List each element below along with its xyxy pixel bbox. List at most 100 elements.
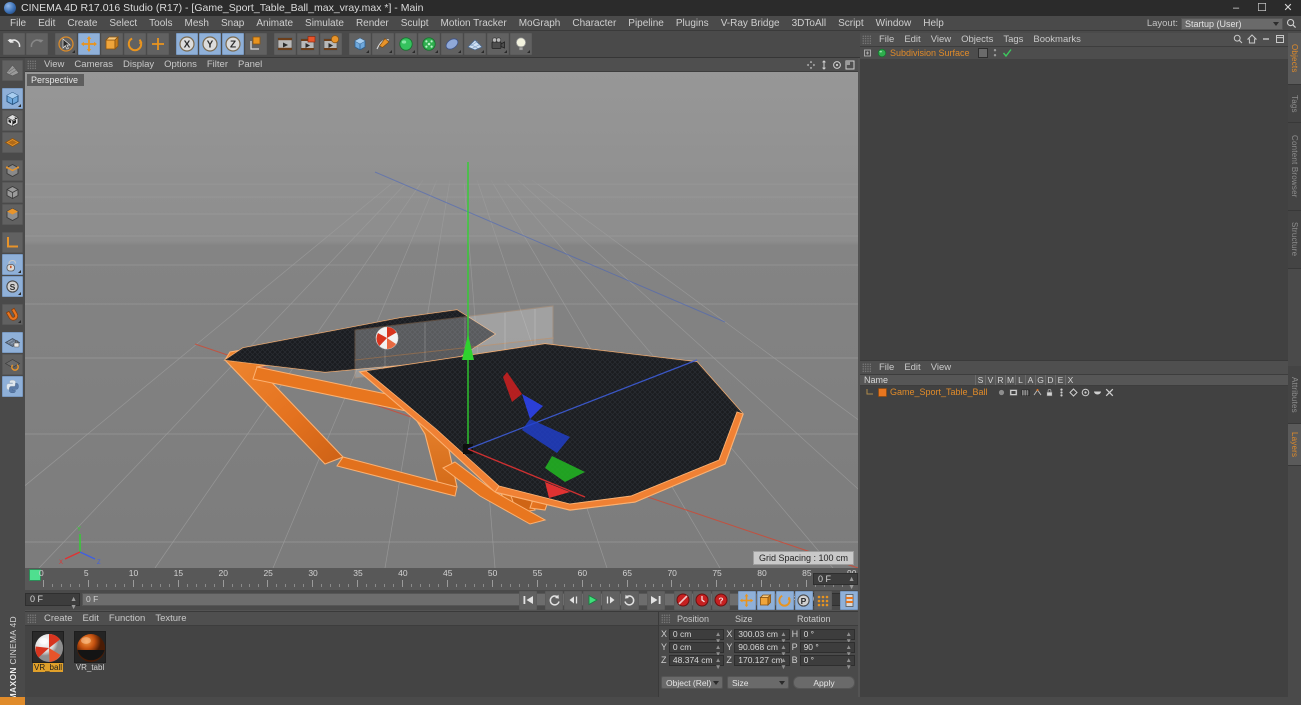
- coordinate-system-button[interactable]: [245, 33, 267, 55]
- stepper-icon[interactable]: ▲▼: [70, 596, 77, 612]
- menu-item-sculpt[interactable]: Sculpt: [395, 16, 435, 31]
- search-icon[interactable]: [1286, 18, 1297, 29]
- redo-button[interactable]: [26, 33, 48, 55]
- render-settings-button[interactable]: [320, 33, 342, 55]
- layer-color-swatch-icon[interactable]: [878, 387, 887, 397]
- autokeying-button[interactable]: [692, 590, 711, 610]
- scale-button[interactable]: [101, 33, 123, 55]
- menu-item-file[interactable]: File: [4, 16, 32, 31]
- layer-list[interactable]: Game_Sport_Table_Ball: [860, 386, 1288, 705]
- lock-y-button[interactable]: Y: [199, 33, 221, 55]
- viewport-3d-canvas[interactable]: Perspective Grid Spacing : 100 cm Y X Z: [25, 72, 858, 568]
- menu-item-tools[interactable]: Tools: [143, 16, 178, 31]
- panel-grip-icon[interactable]: [661, 613, 670, 624]
- world-axis-button[interactable]: [147, 33, 169, 55]
- maximize-view-icon[interactable]: [844, 59, 855, 70]
- add-floor-button[interactable]: [464, 33, 486, 55]
- live-selection-button[interactable]: [55, 33, 77, 55]
- rot-field-h[interactable]: 0 °▲▼: [799, 628, 855, 645]
- current-frame-field[interactable]: 0 F ▲ ▼: [25, 592, 80, 611]
- zoom-icon[interactable]: [818, 59, 829, 70]
- viewport-menu-options[interactable]: Options: [159, 58, 202, 72]
- menu-item-simulate[interactable]: Simulate: [299, 16, 350, 31]
- lock-z-button[interactable]: Z: [222, 33, 244, 55]
- model-mode-button[interactable]: [2, 88, 23, 109]
- animation-toggle-icon[interactable]: [1057, 388, 1066, 397]
- object-menu-tags[interactable]: Tags: [998, 33, 1028, 47]
- object-menu-edit[interactable]: Edit: [899, 33, 925, 47]
- material-menu-function[interactable]: Function: [104, 612, 150, 626]
- render-toggle-icon[interactable]: [1021, 388, 1030, 397]
- step-forward-button[interactable]: [602, 590, 621, 610]
- menu-item-mograph[interactable]: MoGraph: [513, 16, 567, 31]
- workplane-lock-button[interactable]: [2, 332, 23, 353]
- timeline-ruler[interactable]: 051015202530354045505560657075808590: [25, 568, 858, 590]
- viewport-menu-filter[interactable]: Filter: [202, 58, 233, 72]
- snap-button[interactable]: [2, 304, 23, 325]
- rot-field-p[interactable]: 90 °▲▼: [799, 641, 855, 658]
- add-deformer-button[interactable]: [418, 33, 440, 55]
- play-button[interactable]: [583, 590, 602, 610]
- add-spline-button[interactable]: [372, 33, 394, 55]
- playback-frame-field[interactable]: 0 F ▲ ▼: [813, 573, 858, 591]
- menu-item-script[interactable]: Script: [832, 16, 870, 31]
- minimize-icon[interactable]: [1261, 34, 1271, 44]
- stepper-icon[interactable]: ▲▼: [715, 657, 721, 671]
- object-menu-view[interactable]: View: [926, 33, 956, 47]
- workplane-rotate-button[interactable]: [2, 354, 23, 375]
- go-to-start-button[interactable]: [519, 590, 537, 610]
- panel-grip-icon[interactable]: [27, 613, 36, 624]
- timeline-mode-button[interactable]: [840, 590, 859, 610]
- menu-item-help[interactable]: Help: [917, 16, 950, 31]
- viewport-menu-panel[interactable]: Panel: [233, 58, 267, 72]
- texture-mode-button[interactable]: [2, 110, 23, 131]
- tab-tags[interactable]: Tags: [1288, 85, 1301, 123]
- previous-key-button[interactable]: [545, 590, 564, 610]
- add-generator-button[interactable]: [395, 33, 417, 55]
- axis-lock-button[interactable]: S: [2, 276, 23, 297]
- add-camera-button[interactable]: [487, 33, 509, 55]
- lock-x-button[interactable]: X: [176, 33, 198, 55]
- object-axis-button[interactable]: [2, 204, 23, 225]
- size-field-y[interactable]: 90.068 cm▲▼: [734, 641, 790, 658]
- expand-icon[interactable]: [1275, 34, 1285, 44]
- menu-item-vray-bridge[interactable]: V-Ray Bridge: [715, 16, 786, 31]
- key-param-button[interactable]: P: [794, 590, 813, 610]
- menu-item-pipeline[interactable]: Pipeline: [622, 16, 670, 31]
- enable-axis-button[interactable]: [2, 254, 23, 275]
- tab-structure[interactable]: Structure: [1288, 211, 1301, 269]
- home-icon[interactable]: [1247, 34, 1257, 44]
- key-pla-button[interactable]: [813, 590, 832, 610]
- viewport-menu-cameras[interactable]: Cameras: [69, 58, 118, 72]
- deformers-toggle-icon[interactable]: [1081, 388, 1090, 397]
- layer-menu-file[interactable]: File: [874, 361, 899, 375]
- points-mode-button[interactable]: [2, 132, 23, 153]
- menu-item-render[interactable]: Render: [350, 16, 395, 31]
- render-region-button[interactable]: [297, 33, 319, 55]
- tab-attributes[interactable]: Attributes: [1288, 366, 1301, 424]
- key-scale-button[interactable]: [756, 590, 775, 610]
- visibility-dots-icon[interactable]: [990, 48, 1000, 58]
- menu-item-3dtoall[interactable]: 3DToAll: [786, 16, 832, 31]
- search-icon[interactable]: [1233, 34, 1243, 44]
- layer-row[interactable]: Game_Sport_Table_Ball: [860, 386, 1288, 398]
- rotate-view-icon[interactable]: [831, 59, 842, 70]
- move-button[interactable]: [78, 33, 100, 55]
- size-field-x[interactable]: 300.03 cm▲▼: [734, 628, 790, 645]
- minimize-button[interactable]: –: [1223, 0, 1249, 16]
- viewport-menu-view[interactable]: View: [39, 58, 69, 72]
- display-tag-icon[interactable]: [977, 48, 988, 58]
- menu-item-animate[interactable]: Animate: [250, 16, 299, 31]
- visible-toggle-icon[interactable]: [1009, 388, 1018, 397]
- layer-menu-view[interactable]: View: [926, 361, 956, 375]
- menu-item-motion-tracker[interactable]: Motion Tracker: [435, 16, 513, 31]
- menu-item-mesh[interactable]: Mesh: [179, 16, 215, 31]
- manager-toggle-icon[interactable]: [1033, 388, 1042, 397]
- tab-content-browser[interactable]: Content Browser: [1288, 123, 1301, 211]
- coordinate-mode-dropdown[interactable]: Object (Rel): [661, 676, 723, 689]
- solo-toggle-icon[interactable]: [997, 388, 1006, 397]
- add-cube-button[interactable]: [349, 33, 371, 55]
- panel-grip-icon[interactable]: [27, 59, 36, 70]
- xref-toggle-icon[interactable]: [1105, 388, 1114, 397]
- key-position-button[interactable]: [737, 590, 756, 610]
